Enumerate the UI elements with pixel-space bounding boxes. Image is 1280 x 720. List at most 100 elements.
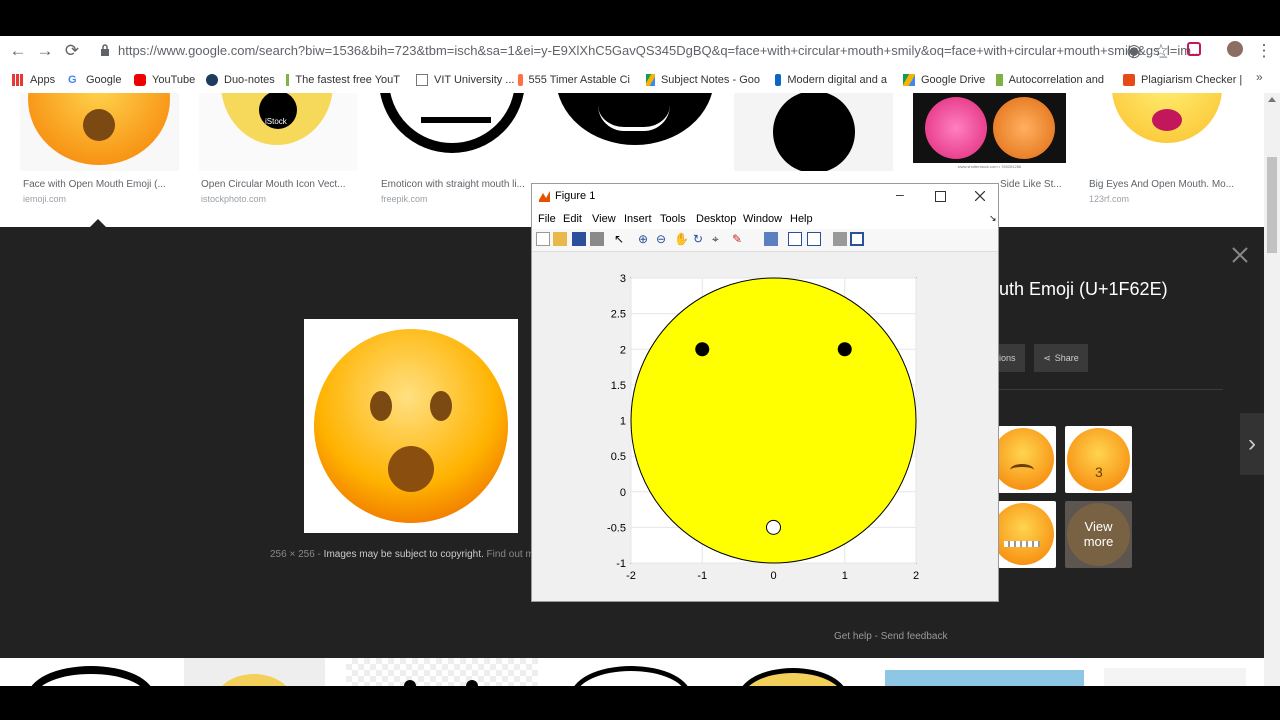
bookmark-modern-digital[interactable]: Modern digital and a — [775, 71, 887, 89]
menu-help[interactable]: Help — [790, 213, 813, 225]
document-icon — [996, 74, 1003, 86]
preview-title[interactable]: uth Emoji (U+1F62E) — [999, 279, 1168, 300]
drive-icon — [903, 74, 915, 86]
extension-icon[interactable] — [1187, 42, 1201, 56]
bookmark-fastest[interactable]: The fastest free YouT — [286, 71, 400, 89]
menu-file[interactable]: File — [538, 213, 556, 225]
options-button[interactable]: ions — [999, 344, 1025, 372]
menu-icon[interactable]: ⋮ — [1252, 39, 1276, 63]
next-arrow-icon[interactable]: › — [1240, 413, 1264, 475]
address-bar[interactable]: https://www.google.com/search?biw=1536&b… — [90, 39, 1202, 63]
result-thumb-6[interactable]: www.shutterstock.com • 765261286 — [913, 93, 1066, 171]
result-thumb[interactable] — [184, 658, 325, 686]
print-icon[interactable] — [590, 232, 604, 246]
page-scrollbar[interactable] — [1264, 93, 1280, 686]
forward-icon[interactable]: → — [33, 39, 57, 63]
bookmark-google-drive[interactable]: Google Drive — [903, 71, 985, 89]
matlab-icon — [539, 191, 550, 202]
result-thumb-2[interactable]: iStock — [199, 93, 357, 171]
avatar[interactable] — [1227, 41, 1243, 57]
emoji-mouth — [388, 446, 434, 492]
get-help-link[interactable]: Get help — [834, 631, 872, 642]
page-icon — [416, 74, 428, 86]
link-plot-icon[interactable] — [764, 232, 778, 246]
menu-view[interactable]: View — [592, 213, 616, 225]
bookmark-plagiarism[interactable]: Plagiarism Checker | — [1123, 71, 1242, 89]
maximize-icon[interactable] — [935, 191, 946, 202]
figure-title-bar: Figure 1 – — [532, 184, 998, 209]
result-caption[interactable]: Open Circular Mouth Icon Vect... — [201, 179, 353, 190]
result-thumb[interactable] — [346, 658, 538, 686]
result-thumb[interactable] — [885, 670, 1084, 686]
menu-insert[interactable]: Insert — [624, 213, 652, 225]
scrollbar-thumb[interactable] — [1267, 157, 1277, 253]
bookmark-555-timer[interactable]: 555 Timer Astable Ci — [518, 71, 630, 89]
result-thumb-5[interactable] — [734, 93, 893, 171]
result-caption[interactable]: Emoticon with straight mouth li... — [381, 179, 531, 190]
brush-icon[interactable]: ✎ — [732, 232, 746, 246]
menu-tools[interactable]: Tools — [660, 213, 686, 225]
menu-edit[interactable]: Edit — [563, 213, 582, 225]
close-icon[interactable] — [975, 191, 985, 201]
show-plot-tools-icon[interactable] — [850, 232, 864, 246]
result-caption[interactable]: Face with Open Mouth Emoji (... — [23, 179, 175, 190]
emoji-mouth — [1010, 464, 1034, 476]
menu-desktop[interactable]: Desktop — [696, 213, 736, 225]
colorbar-icon[interactable] — [788, 232, 802, 246]
find-out-more-link[interactable]: Find out m — [487, 549, 534, 560]
close-icon[interactable] — [1231, 246, 1249, 264]
related-image-1[interactable] — [998, 426, 1056, 493]
result-caption[interactable]: Side Like St... — [1000, 179, 1066, 190]
location-icon[interactable]: ◉ — [1122, 39, 1146, 63]
data-cursor-icon[interactable]: ⌖ — [712, 232, 726, 246]
zoom-out-icon[interactable]: ⊖ — [656, 232, 670, 246]
bookmark-subject-notes[interactable]: Subject Notes - Goo — [646, 71, 760, 89]
bookmark-google[interactable]: G Google — [68, 71, 121, 89]
bookmark-vit[interactable]: VIT University ... — [416, 71, 514, 89]
bookmark-apps[interactable]: Apps — [12, 71, 55, 89]
menu-window[interactable]: Window — [743, 213, 782, 225]
related-image-2[interactable]: 3 — [1065, 426, 1132, 493]
result-thumb[interactable] — [20, 658, 163, 686]
dock-icon[interactable]: ↘ — [989, 213, 997, 224]
reload-icon[interactable]: ⟳ — [60, 39, 84, 63]
new-figure-icon[interactable] — [536, 232, 550, 246]
result-thumb[interactable] — [1104, 668, 1246, 686]
result-caption[interactable]: Big Eyes And Open Mouth. Mo... — [1089, 179, 1244, 190]
more-bookmarks-icon[interactable]: » — [1256, 70, 1263, 84]
save-icon[interactable] — [572, 232, 586, 246]
emoji-face — [314, 329, 508, 523]
result-thumb[interactable] — [722, 658, 863, 686]
bookmark-label: Modern digital and a — [787, 74, 887, 86]
back-icon[interactable]: ← — [6, 39, 30, 63]
result-thumb-7[interactable] — [1087, 93, 1246, 171]
pan-icon[interactable]: ✋ — [674, 232, 689, 246]
zoom-in-icon[interactable]: ⊕ — [638, 232, 652, 246]
bookmark-youtube[interactable]: YouTube — [134, 71, 195, 89]
copyright-notice: Images may be subject to copyright. — [323, 549, 484, 560]
preview-image[interactable] — [304, 319, 518, 533]
view-more-tile[interactable]: View more — [1065, 501, 1132, 568]
plot-area: -2 -1 0 1 2 -1-0.500.511.522.53 — [607, 273, 919, 582]
send-feedback-link[interactable]: Send feedback — [881, 631, 948, 642]
hide-plot-tools-icon[interactable] — [833, 232, 847, 246]
result-thumb-1[interactable] — [20, 93, 179, 171]
bookmark-label: YouTube — [152, 74, 196, 86]
result-thumb-3[interactable] — [377, 93, 535, 171]
open-file-icon[interactable] — [553, 232, 567, 246]
pointer-icon[interactable]: ↖ — [614, 232, 628, 246]
share-button[interactable]: ⋖ Share — [1034, 344, 1088, 372]
result-thumb-4[interactable] — [556, 93, 714, 171]
scroll-up-icon[interactable] — [1268, 97, 1276, 102]
bookmark-star-icon[interactable]: ☆ — [1149, 39, 1173, 63]
minimize-icon[interactable]: – — [896, 186, 904, 202]
google-icon: G — [68, 74, 77, 86]
separator: - — [874, 631, 878, 642]
result-thumb[interactable] — [559, 658, 702, 686]
bookmark-duo-notes[interactable]: Duo-notes — [206, 71, 275, 89]
bookmark-autocorrelation[interactable]: Autocorrelation and — [996, 71, 1104, 89]
legend-icon[interactable] — [807, 232, 821, 246]
rotate-icon[interactable]: ↻ — [693, 232, 707, 246]
related-image-3[interactable] — [998, 501, 1056, 568]
emoji-face — [214, 674, 294, 686]
